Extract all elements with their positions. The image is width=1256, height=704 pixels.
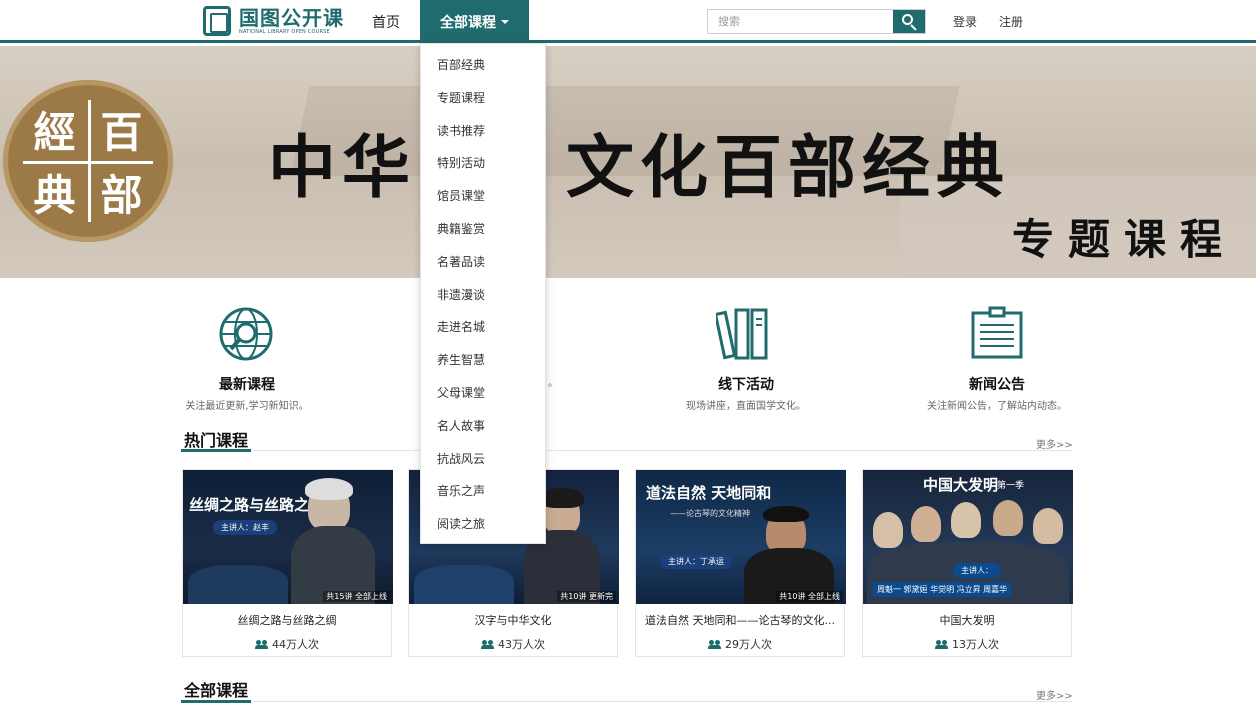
site-logo[interactable]: 国图公开课 NATIONAL LIBRARY OPEN COURSE	[203, 4, 344, 38]
nav-all-courses-label: 全部课程	[440, 14, 496, 31]
section-accent	[181, 700, 251, 703]
course-card[interactable]: 中国大发明 第一季 主讲人： 周魁一 郭黛姮 华觉明 冯立昇 周嘉华 中国大发明…	[862, 469, 1073, 657]
feature-title: 线下活动	[718, 377, 774, 393]
top-navbar: 国图公开课 NATIONAL LIBRARY OPEN COURSE 首页 全部…	[0, 0, 1256, 43]
banner-title: 中华 文化百部经典	[268, 128, 1011, 208]
feature-desc: 关注新闻公告，了解站内动态。	[927, 401, 1067, 412]
hero-banner[interactable]: 經 百 典 部 中华 文化百部经典 专题课程	[0, 46, 1256, 278]
menu-item[interactable]: 特别活动	[421, 147, 545, 180]
course-title[interactable]: 中国大发明	[863, 612, 1071, 628]
course-title[interactable]: 汉字与中华文化	[409, 612, 617, 628]
nav-home[interactable]: 首页	[372, 12, 400, 32]
logo-subtitle: NATIONAL LIBRARY OPEN COURSE	[239, 28, 330, 35]
all-more-link[interactable]: 更多>>	[1036, 687, 1073, 702]
course-card[interactable]: 丝绸之路与丝路之绸 主讲人：赵丰 共15讲 全部上线 丝绸之路与丝路之绸 44万…	[182, 469, 393, 657]
menu-item[interactable]: 阅读之旅	[421, 508, 545, 541]
menu-item[interactable]: 名著品读	[421, 246, 545, 279]
section-divider	[184, 450, 1072, 451]
search-button[interactable]	[893, 10, 925, 33]
feature-desc: 现场讲座，直面国学文化。	[686, 401, 806, 412]
logo-title: 国图公开课	[239, 5, 344, 30]
hot-courses-title: 热门课程	[184, 431, 249, 450]
feature-title: 新闻公告	[969, 377, 1025, 393]
course-views: 44万人次	[183, 636, 391, 652]
course-views: 13万人次	[863, 636, 1071, 652]
caret-down-icon	[501, 19, 509, 24]
people-icon	[255, 639, 268, 649]
all-courses-dropdown: 百部经典 专题课程 读书推荐 特别活动 馆员课堂 典籍鉴赏 名著品读 非遗漫谈 …	[420, 43, 546, 544]
menu-item[interactable]: 典籍鉴赏	[421, 213, 545, 246]
hot-more-link[interactable]: 更多>>	[1036, 436, 1073, 451]
course-thumbnail[interactable]: 丝绸之路与丝路之绸 主讲人：赵丰 共15讲 全部上线	[183, 470, 393, 604]
course-views: 43万人次	[409, 636, 617, 652]
course-title[interactable]: 丝绸之路与丝路之绸	[183, 612, 391, 628]
feature-title: 最新课程	[219, 377, 275, 393]
course-card[interactable]: 道法自然 天地同和 ——论古琴的文化精神 主讲人：丁承运 共10讲 全部上线 道…	[635, 469, 846, 657]
feature-offline-events[interactable]: 线下活动 现场讲座，直面国学文化。	[656, 305, 836, 412]
menu-item[interactable]: 馆员课堂	[421, 180, 545, 213]
menu-item[interactable]: 名人故事	[421, 410, 545, 443]
menu-item[interactable]: 抗战风云	[421, 443, 545, 476]
feature-news[interactable]: 新闻公告 关注新闻公告，了解站内动态。	[907, 305, 1087, 412]
menu-item[interactable]: 百部经典	[421, 49, 545, 82]
menu-item[interactable]: 专题课程	[421, 82, 545, 115]
login-link[interactable]: 登录	[953, 13, 977, 30]
menu-item[interactable]: 非遗漫谈	[421, 279, 545, 312]
course-title[interactable]: 道法自然 天地同和——论古琴的文化...	[636, 612, 844, 628]
people-icon	[481, 639, 494, 649]
menu-item[interactable]: 读书推荐	[421, 115, 545, 148]
menu-item[interactable]: 走进名城	[421, 311, 545, 344]
menu-item[interactable]: 父母课堂	[421, 377, 545, 410]
people-icon	[935, 639, 948, 649]
menu-item[interactable]: 音乐之声	[421, 475, 545, 508]
globe-search-icon	[217, 305, 277, 363]
nav-all-courses[interactable]: 全部课程	[420, 0, 529, 43]
seal-char: 經	[33, 108, 76, 157]
library-logo-icon	[203, 6, 231, 36]
all-courses-title: 全部课程	[184, 681, 249, 700]
search-input[interactable]	[708, 10, 894, 33]
people-icon	[708, 639, 721, 649]
feature-desc: 关注最近更新,学习新知识。	[185, 401, 309, 412]
seal-char: 百	[100, 108, 143, 157]
banner-subtitle: 专题课程	[1012, 215, 1237, 264]
section-accent	[181, 449, 251, 452]
section-divider	[184, 701, 1072, 702]
feature-latest-courses[interactable]: 最新课程 关注最近更新,学习新知识。	[157, 305, 337, 412]
seal-char: 部	[100, 171, 143, 220]
menu-item[interactable]: 养生智慧	[421, 344, 545, 377]
seal-char: 典	[33, 171, 76, 220]
course-thumbnail[interactable]: 道法自然 天地同和 ——论古琴的文化精神 主讲人：丁承运 共10讲 全部上线	[636, 470, 846, 604]
register-link[interactable]: 注册	[999, 13, 1023, 30]
course-thumbnail[interactable]: 中国大发明 第一季 主讲人： 周魁一 郭黛姮 华觉明 冯立昇 周嘉华	[863, 470, 1073, 604]
seal-emblem: 經 百 典 部	[3, 80, 173, 242]
books-icon	[713, 305, 776, 363]
news-board-icon	[967, 305, 1027, 363]
search-box	[707, 9, 926, 34]
feature-row: 最新课程 关注最近更新,学习新知识。 。 线下活动 现场讲座，直面国学文化。 新…	[0, 300, 1256, 412]
course-views: 29万人次	[636, 636, 844, 652]
